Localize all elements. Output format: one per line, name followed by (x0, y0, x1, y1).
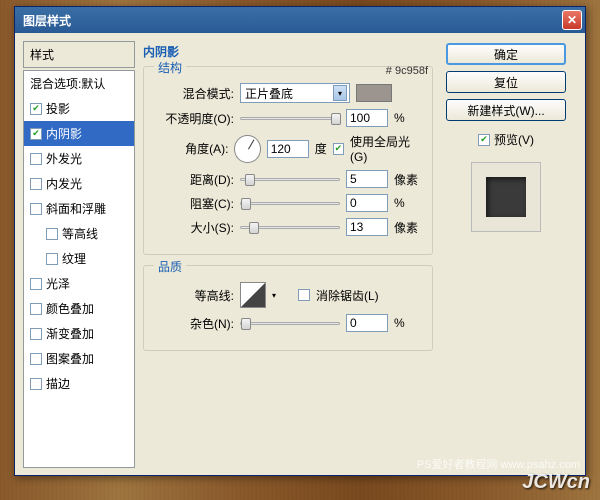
style-checkbox[interactable] (30, 378, 42, 390)
style-checkbox[interactable] (46, 228, 58, 240)
style-checkbox[interactable] (46, 253, 58, 265)
style-item-4[interactable]: 斜面和浮雕 (24, 196, 134, 221)
style-item-6[interactable]: 纹理 (24, 246, 134, 271)
style-item-10[interactable]: 图案叠加 (24, 346, 134, 371)
style-list: 混合选项:默认 ✔ 投影 ✔ 内阴影外发光内发光斜面和浮雕等高线纹理光泽颜色叠加渐变叠… (23, 70, 135, 468)
choke-label: 阻塞(C): (154, 195, 234, 212)
structure-fieldset: 结构 混合模式: 正片叠底 ▾ # 9c958f 不透明度(O): % (143, 66, 433, 255)
style-item-0[interactable]: ✔ 投影 (24, 96, 134, 121)
style-item-5[interactable]: 等高线 (24, 221, 134, 246)
style-item-1[interactable]: ✔ 内阴影 (24, 121, 134, 146)
blend-mode-label: 混合模式: (154, 85, 234, 102)
preview-label: 预览(V) (494, 131, 534, 148)
opacity-slider[interactable] (240, 117, 340, 120)
style-item-label: 描边 (46, 375, 70, 392)
style-item-8[interactable]: 颜色叠加 (24, 296, 134, 321)
style-checkbox[interactable]: ✔ (30, 103, 42, 115)
ok-button[interactable]: 确定 (446, 43, 566, 65)
global-light-checkbox[interactable]: ✔ (333, 143, 344, 155)
style-item-11[interactable]: 描边 (24, 371, 134, 396)
size-input[interactable] (346, 218, 388, 236)
watermark-main: JCWcn (522, 471, 590, 494)
contour-label: 等高线: (154, 287, 234, 304)
choke-slider[interactable] (240, 202, 340, 205)
style-item-3[interactable]: 内发光 (24, 171, 134, 196)
angle-label: 角度(A): (154, 140, 228, 157)
noise-input[interactable] (346, 314, 388, 332)
contour-picker[interactable] (240, 282, 266, 308)
noise-slider[interactable] (240, 322, 340, 325)
style-item-label: 等高线 (62, 225, 98, 242)
angle-dial[interactable] (234, 135, 260, 163)
window-title: 图层样式 (23, 12, 71, 29)
style-checkbox[interactable] (30, 153, 42, 165)
style-item-label: 外发光 (46, 150, 82, 167)
style-checkbox[interactable] (30, 178, 42, 190)
style-item-label: 图案叠加 (46, 350, 94, 367)
style-item-label: 渐变叠加 (46, 325, 94, 342)
preview-checkbox[interactable]: ✔ (478, 134, 490, 146)
structure-legend: 结构 (154, 59, 186, 76)
opacity-label: 不透明度(O): (154, 110, 234, 127)
new-style-button[interactable]: 新建样式(W)... (446, 99, 566, 121)
style-item-label: 颜色叠加 (46, 300, 94, 317)
style-checkbox[interactable] (30, 303, 42, 315)
action-panel: 确定 复位 新建样式(W)... ✔ 预览(V) (441, 41, 571, 467)
styles-panel: 样式 混合选项:默认 ✔ 投影 ✔ 内阴影外发光内发光斜面和浮雕等高线纹理光泽颜色叠加… (23, 41, 135, 467)
distance-slider[interactable] (240, 178, 340, 181)
chevron-down-icon[interactable]: ▾ (272, 291, 276, 300)
close-button[interactable]: ✕ (562, 10, 582, 30)
size-slider[interactable] (240, 226, 340, 229)
distance-input[interactable] (346, 170, 388, 188)
angle-input[interactable] (267, 140, 309, 158)
style-item-label: 内发光 (46, 175, 82, 192)
color-hex-label: # 9c958f (386, 65, 428, 77)
titlebar[interactable]: 图层样式 ✕ (15, 7, 585, 33)
opacity-input[interactable] (346, 109, 388, 127)
color-swatch[interactable] (356, 84, 392, 102)
style-item-7[interactable]: 光泽 (24, 271, 134, 296)
distance-label: 距离(D): (154, 171, 234, 188)
style-item-label: 光泽 (46, 275, 70, 292)
style-item-label: 投影 (46, 100, 70, 117)
watermark-sub: PS爱好者教程网 www.psahz.com (417, 456, 580, 472)
style-checkbox[interactable] (30, 278, 42, 290)
style-checkbox[interactable]: ✔ (30, 128, 42, 140)
close-icon: ✕ (567, 13, 577, 27)
preview-thumbnail (486, 177, 526, 217)
style-item-label: 内阴影 (46, 125, 82, 142)
styles-header: 样式 (23, 41, 135, 68)
choke-input[interactable] (346, 194, 388, 212)
style-checkbox[interactable] (30, 353, 42, 365)
preview-box (471, 162, 541, 232)
style-item-label: 斜面和浮雕 (46, 200, 106, 217)
blend-options-default[interactable]: 混合选项:默认 (24, 71, 134, 96)
antialias-checkbox[interactable] (298, 289, 310, 301)
size-label: 大小(S): (154, 219, 234, 236)
blend-mode-select[interactable]: 正片叠底 ▾ (240, 83, 350, 103)
noise-label: 杂色(N): (154, 315, 234, 332)
cancel-button[interactable]: 复位 (446, 71, 566, 93)
global-light-label: 使用全局光(G) (350, 133, 422, 164)
style-checkbox[interactable] (30, 328, 42, 340)
settings-panel: 内阴影 结构 混合模式: 正片叠底 ▾ # 9c958f 不透明度(O): (143, 41, 433, 467)
style-checkbox[interactable] (30, 203, 42, 215)
style-item-label: 纹理 (62, 250, 86, 267)
style-item-2[interactable]: 外发光 (24, 146, 134, 171)
effect-title: 内阴影 (143, 41, 433, 66)
layer-style-dialog: 图层样式 ✕ 样式 混合选项:默认 ✔ 投影 ✔ 内阴影外发光内发光斜面和浮雕等高线纹… (14, 6, 586, 476)
quality-legend: 品质 (154, 258, 186, 275)
quality-fieldset: 品质 等高线: ▾ 消除锯齿(L) 杂色(N): % (143, 265, 433, 351)
antialias-label: 消除锯齿(L) (316, 287, 379, 304)
chevron-down-icon: ▾ (333, 85, 347, 101)
style-item-9[interactable]: 渐变叠加 (24, 321, 134, 346)
